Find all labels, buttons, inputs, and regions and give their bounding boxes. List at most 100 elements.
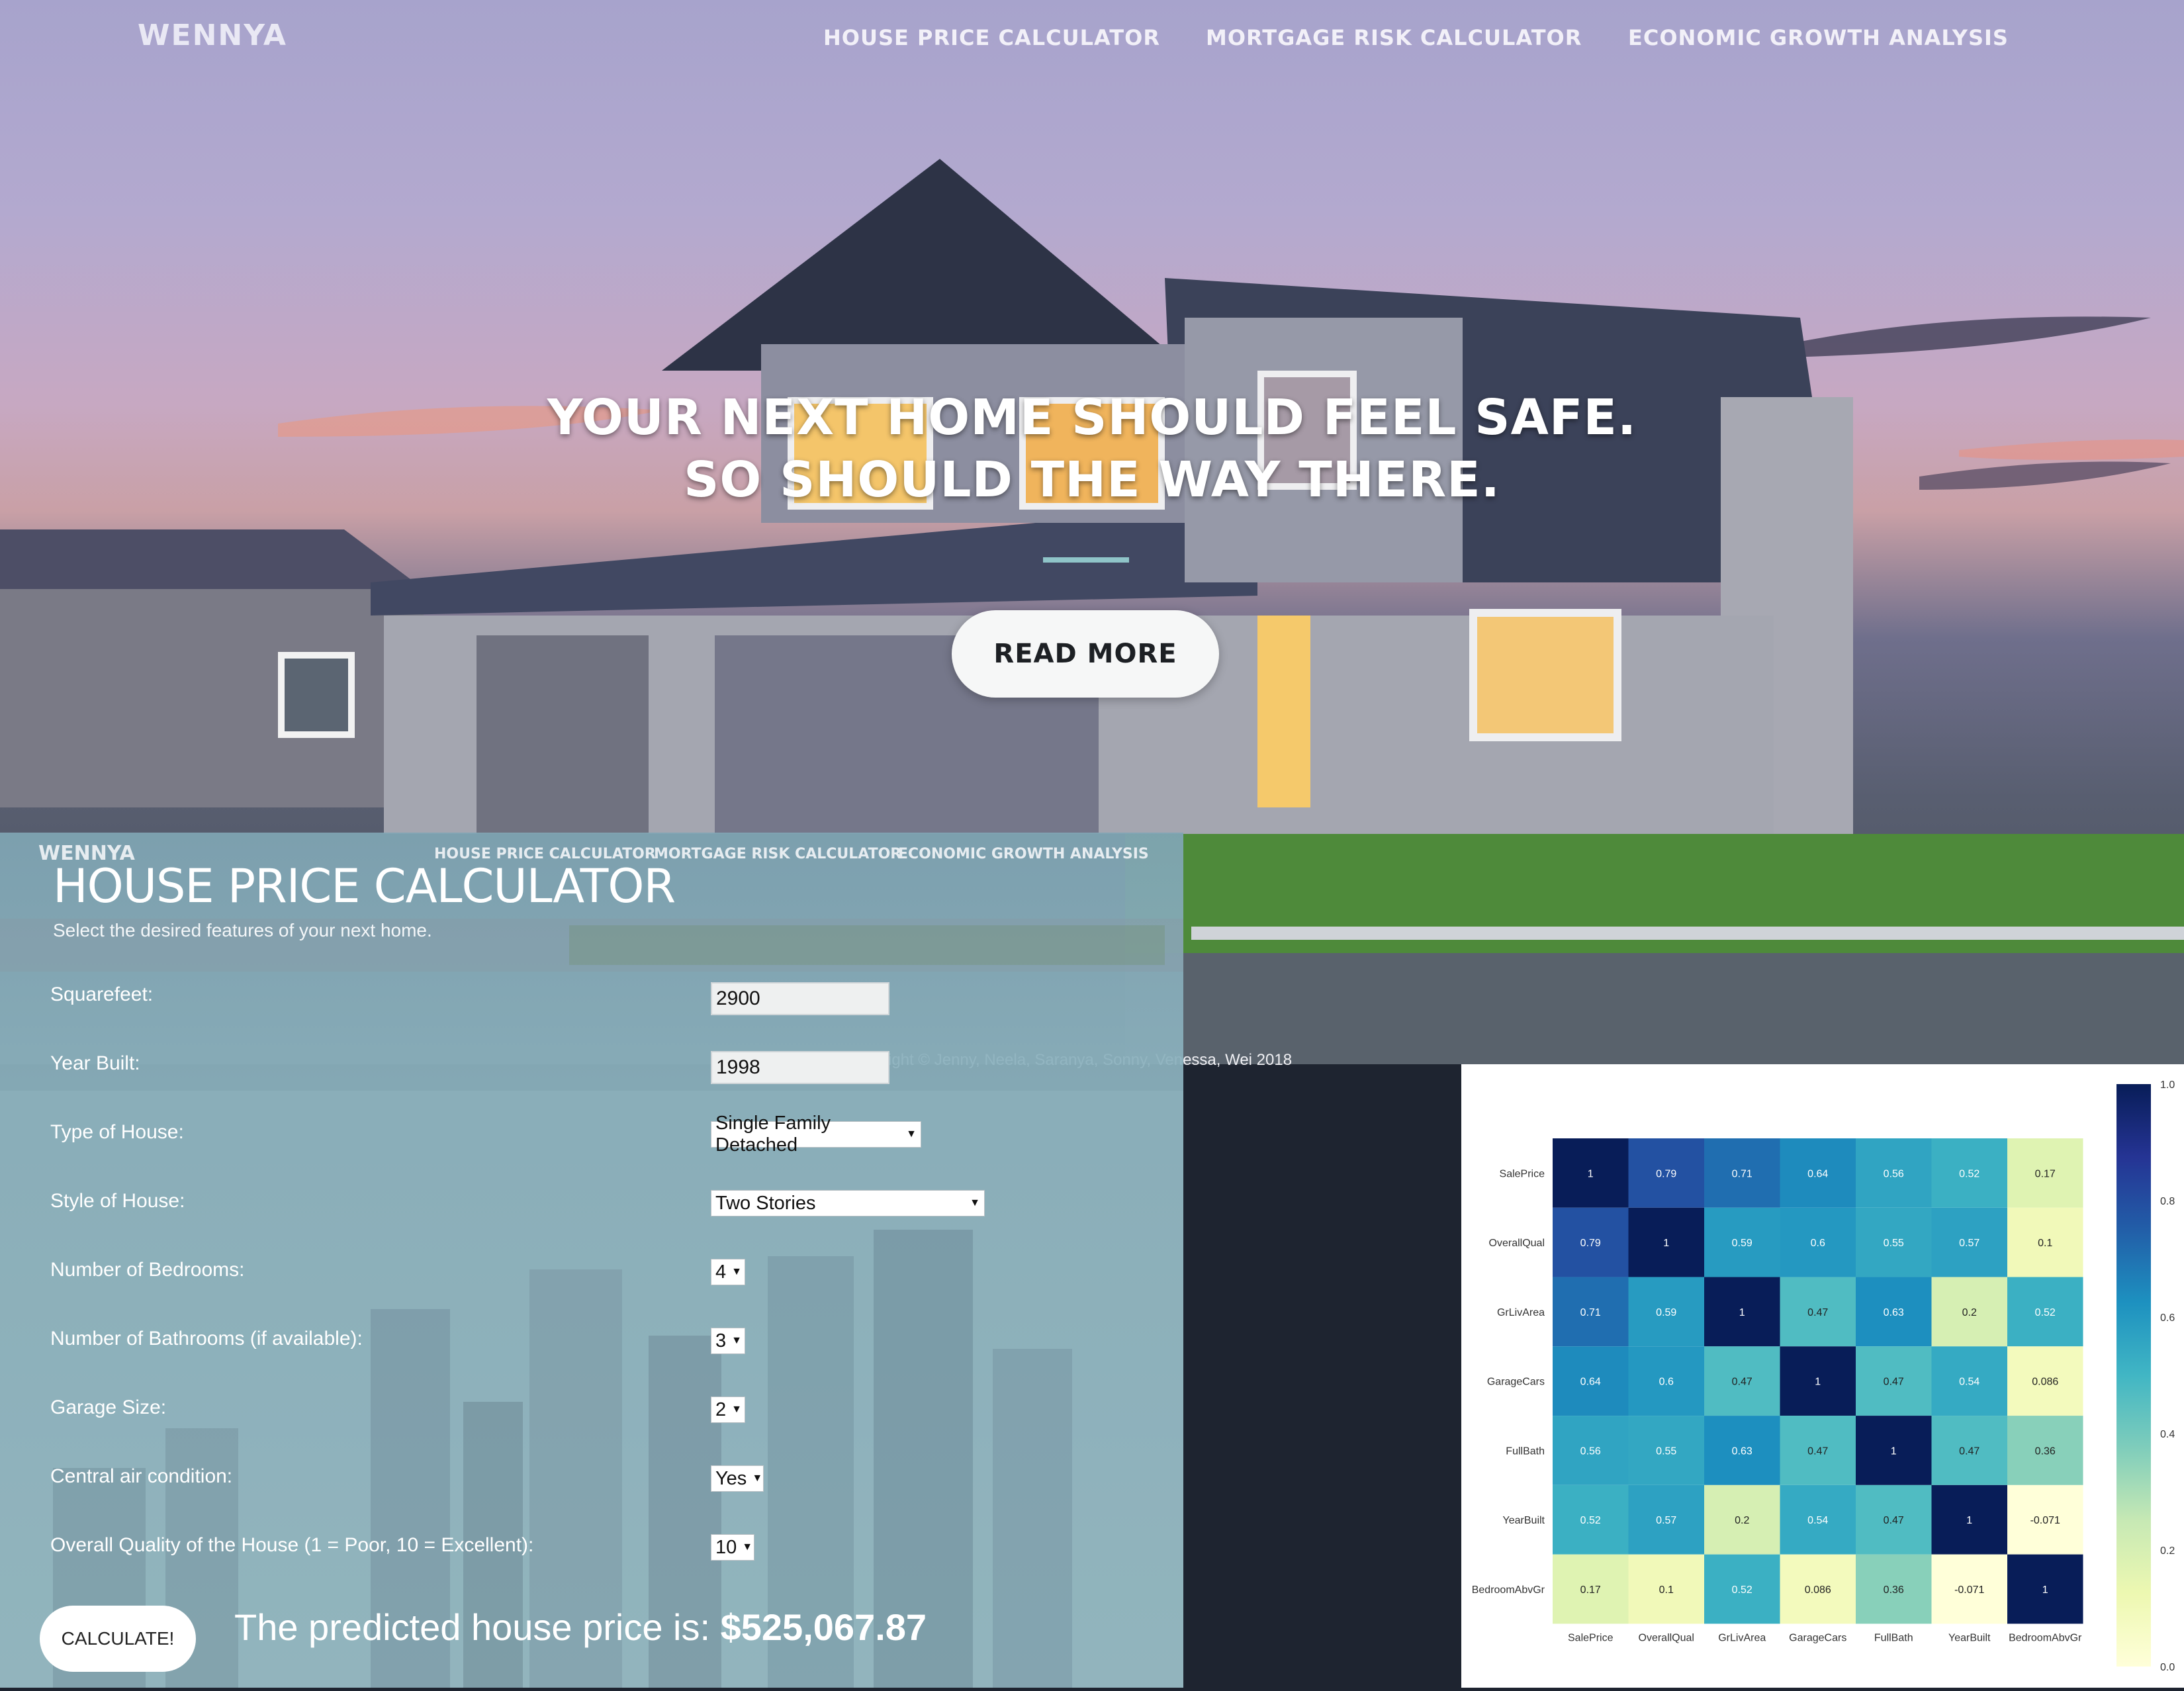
house-style-select[interactable]: Two Stories ▼	[711, 1190, 985, 1216]
nav-economic-growth-analysis[interactable]: ECONOMIC GROWTH ANALYSIS	[1628, 25, 2009, 50]
house-type-label: Type of House:	[50, 1121, 184, 1143]
heatmap-cell-label: 0.79	[1580, 1238, 1601, 1249]
central-air-select[interactable]: Yes ▼	[711, 1465, 764, 1492]
year-built-input[interactable]	[711, 1051, 889, 1084]
heatmap-cell-label: 1	[1588, 1168, 1594, 1179]
read-more-button[interactable]: READ MORE	[952, 610, 1219, 698]
heatmap-cell-label: 1	[1739, 1307, 1745, 1318]
heatmap-cell-label: 0.17	[2035, 1168, 2056, 1179]
house-style-value: Two Stories	[715, 1192, 816, 1214]
nav-mortgage-risk-calculator[interactable]: MORTGAGE RISK CALCULATOR	[1206, 25, 1582, 50]
panel-nav-mortgage-risk-calculator[interactable]: MORTGAGE RISK CALCULATOR	[654, 846, 901, 862]
correlation-heatmap: 1 0.79 0.71 0.64 0.56 0.52 0.17 0.79 1 0.59 0.6 0.5…	[1472, 1079, 2175, 1673]
heatmap-cell-label: 0.47	[1807, 1445, 1828, 1457]
heatmap-cell-label: 0.086	[2032, 1377, 2058, 1388]
bedrooms-select[interactable]: 4 ▼	[711, 1259, 745, 1285]
central-air-label: Central air condition:	[50, 1465, 233, 1487]
heatmap-row-label: OverallQual	[1489, 1238, 1545, 1249]
chevron-down-icon: ▼	[752, 1473, 763, 1484]
heatmap-cell-label: 1	[1663, 1238, 1669, 1249]
chevron-down-icon: ▼	[970, 1197, 980, 1209]
predicted-price-result: The predicted house price is: $525,067.8…	[234, 1606, 927, 1649]
heatmap-cell-label: 0.52	[1732, 1584, 1752, 1596]
heatmap-col-label: OverallQual	[1639, 1632, 1694, 1643]
heatmap-cell-label: 0.1	[2038, 1238, 2052, 1249]
colorbar-tick-label: 0.8	[2160, 1196, 2175, 1207]
heatmap-cell-label: 1	[1891, 1445, 1897, 1457]
garage-size-select[interactable]: 2 ▼	[711, 1396, 745, 1423]
heatmap-cell-label: 0.59	[1732, 1238, 1752, 1249]
heatmap-cell-label: 0.56	[1884, 1168, 1904, 1179]
heatmap-cell-label: 0.086	[1805, 1584, 1831, 1596]
colorbar-tick-label: 0.4	[2160, 1429, 2175, 1440]
heatmap-cell-label: 0.55	[1656, 1445, 1676, 1457]
heatmap-row-label: BedroomAbvGr	[1472, 1584, 1545, 1596]
heatmap-cell-label: 0.47	[1732, 1377, 1752, 1388]
heatmap-cell-label: 0.59	[1656, 1307, 1676, 1318]
heatmap-col-label: FullBath	[1874, 1632, 1913, 1643]
heatmap-cell-label: 0.52	[1959, 1168, 1979, 1179]
top-navbar: WENNYA HOUSE PRICE CALCULATOR MORTGAGE R…	[0, 0, 2184, 73]
heatmap-cell-label: 0.63	[1884, 1307, 1904, 1318]
house-style-label: Style of House:	[50, 1190, 185, 1212]
result-prefix: The predicted house price is:	[234, 1606, 721, 1648]
heatmap-cell-label: 0.1	[1659, 1584, 1674, 1596]
heatmap-cell-label: 0.64	[1580, 1377, 1601, 1388]
panel-nav-economic-growth-analysis[interactable]: ECONOMIC GROWTH ANALYSIS	[898, 846, 1149, 862]
heatmap-cell-label: 0.63	[1732, 1445, 1752, 1457]
hero-headline-line2: SO SHOULD THE WAY THERE.	[684, 451, 1500, 508]
heatmap-cell-label: 0.54	[1959, 1377, 1979, 1388]
heatmap-cell-label: 0.52	[2035, 1307, 2056, 1318]
chevron-down-icon: ▼	[731, 1335, 742, 1346]
year-built-label: Year Built:	[50, 1052, 140, 1074]
heatmap-cell-label: 0.56	[1580, 1445, 1601, 1457]
heatmap-col-label: YearBuilt	[1948, 1632, 1991, 1643]
bathrooms-value: 3	[715, 1330, 727, 1351]
heatmap-cell-label: 0.79	[1656, 1168, 1676, 1179]
squarefeet-label: Squarefeet:	[50, 983, 154, 1005]
heatmap-col-label: GarageCars	[1789, 1632, 1846, 1643]
correlation-heatmap-container: 1 0.79 0.71 0.64 0.56 0.52 0.17 0.79 1 0.59 0.6 0.5…	[1461, 1064, 2184, 1688]
bedrooms-label: Number of Bedrooms:	[50, 1259, 245, 1281]
heatmap-cell-label: 0.36	[2035, 1445, 2056, 1457]
brand-logo[interactable]: WENNYA	[138, 19, 287, 52]
heatmap-cell-label: -0.071	[1954, 1584, 1984, 1596]
nav-house-price-calculator[interactable]: HOUSE PRICE CALCULATOR	[823, 25, 1160, 50]
heatmap-row-label: FullBath	[1506, 1445, 1545, 1457]
heatmap-row-label: YearBuilt	[1503, 1515, 1545, 1526]
bathrooms-select[interactable]: 3 ▼	[711, 1328, 745, 1354]
heatmap-cell-label: 0.55	[1884, 1238, 1904, 1249]
heatmap-cell-label: 1	[2042, 1584, 2048, 1596]
heatmap-cell-label: 1	[1966, 1515, 1972, 1526]
heatmap-cell-label: 0.17	[1580, 1584, 1601, 1596]
bedrooms-value: 4	[715, 1261, 727, 1283]
chevron-down-icon: ▼	[906, 1128, 917, 1140]
house-type-select[interactable]: Single Family Detached ▼	[711, 1113, 921, 1156]
overall-quality-select[interactable]: 10 ▼	[711, 1534, 754, 1561]
heatmap-cell-label: 0.57	[1656, 1515, 1676, 1526]
house-price-calculator-panel: WENNYA HOUSE PRICE CALCULATOR MORTGAGE R…	[0, 833, 1183, 1688]
heatmap-row-label: GrLivArea	[1497, 1307, 1545, 1318]
squarefeet-input[interactable]	[711, 982, 889, 1015]
chevron-down-icon: ▼	[731, 1266, 742, 1277]
colorbar	[2116, 1084, 2151, 1667]
hero-headline-line1: YOUR NEXT HOME SHOULD FEEL SAFE.	[547, 389, 1637, 446]
result-value: $525,067.87	[720, 1606, 927, 1648]
heatmap-cell-label: 0.71	[1732, 1168, 1752, 1179]
overall-quality-label: Overall Quality of the House (1 = Poor, …	[50, 1534, 534, 1556]
colorbar-tick-label: 0.0	[2160, 1662, 2175, 1673]
heatmap-cell-label: 0.47	[1884, 1377, 1904, 1388]
central-air-value: Yes	[715, 1467, 747, 1489]
chevron-down-icon: ▼	[731, 1404, 742, 1415]
calculate-button[interactable]: CALCULATE!	[40, 1606, 196, 1672]
bathrooms-label: Number of Bathrooms (if available):	[50, 1328, 363, 1349]
heatmap-col-label: BedroomAbvGr	[2009, 1632, 2082, 1643]
heatmap-row-label: SalePrice	[1500, 1168, 1545, 1179]
chevron-down-icon: ▼	[742, 1541, 753, 1553]
heatmap-cell-label: 0.52	[1580, 1515, 1601, 1526]
overall-quality-value: 10	[715, 1536, 737, 1558]
heatmap-cell-label: 0.47	[1807, 1307, 1828, 1318]
heatmap-cell-label: 0.54	[1807, 1515, 1828, 1526]
house-type-value: Single Family Detached	[715, 1113, 831, 1156]
heatmap-row-label: GarageCars	[1487, 1377, 1545, 1388]
